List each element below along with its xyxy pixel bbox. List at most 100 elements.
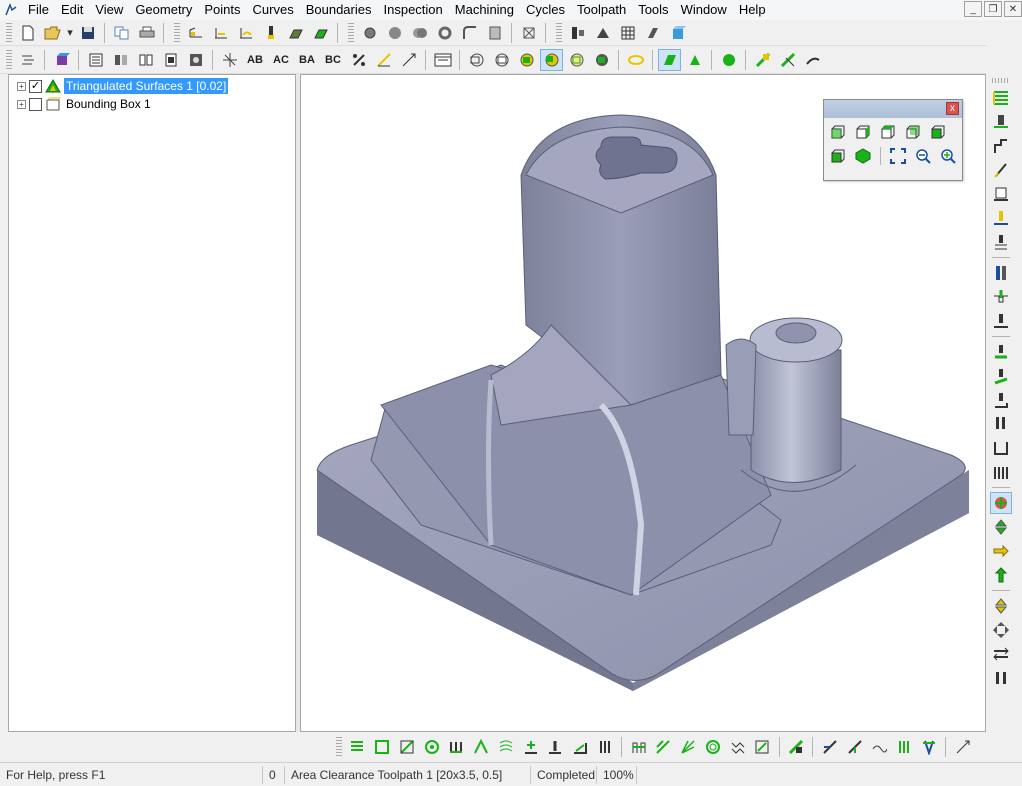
transform-axis-icon[interactable] [218,49,241,71]
toolbar-grip[interactable] [336,737,342,757]
green-dot-icon[interactable] [717,49,740,71]
move-horizontal-icon[interactable] [990,595,1012,617]
waterline-icon[interactable] [990,111,1012,133]
window-icon[interactable] [431,49,454,71]
menu-toolpath[interactable]: Toolpath [571,1,632,19]
menu-view[interactable]: View [89,1,129,19]
tp-drill-icon[interactable] [917,736,940,758]
rest-machine-icon[interactable] [990,365,1012,387]
profile-icon[interactable] [990,183,1012,205]
ba-button[interactable]: BA [295,49,319,71]
print-icon[interactable] [135,22,158,44]
tp-flat-icon[interactable] [519,736,542,758]
slot-icon[interactable] [990,437,1012,459]
visibility-checkbox[interactable] [29,97,42,111]
expand-icon[interactable]: + [17,99,26,109]
fillet-icon[interactable] [458,22,481,44]
xray-icon[interactable] [565,49,588,71]
pencil-icon[interactable] [990,159,1012,181]
offset-icon[interactable] [641,22,664,44]
step-icon[interactable] [990,135,1012,157]
toolbar-grip[interactable] [6,22,12,43]
finishing-icon[interactable] [990,207,1012,229]
book-icon[interactable] [134,49,157,71]
raster-icon[interactable] [990,87,1012,109]
stock-icon[interactable] [184,22,207,44]
ellipse-icon[interactable] [624,49,647,71]
collection-icon[interactable] [184,49,207,71]
shade-icon[interactable] [309,22,332,44]
new-file-icon[interactable] [16,22,39,44]
mixed-view-icon[interactable] [590,49,613,71]
mirror-icon[interactable] [591,22,614,44]
wireframe-icon[interactable] [490,49,513,71]
tp-edit-icon[interactable] [785,736,808,758]
shaded-icon[interactable] [515,49,538,71]
pocket-icon[interactable] [990,286,1012,308]
close-icon[interactable]: ✕ [1004,1,1022,17]
layers-icon[interactable] [109,49,132,71]
view-iso2-icon[interactable] [853,122,873,142]
swap-icon[interactable] [990,643,1012,665]
plunge-icon[interactable] [990,310,1012,332]
toolbar-grip[interactable] [992,78,1010,83]
point-icon[interactable] [358,22,381,44]
3d-viewport[interactable]: x [300,74,986,732]
tool-icon[interactable] [259,22,282,44]
ac-button[interactable]: AC [269,49,293,71]
menu-cycles[interactable]: Cycles [520,1,571,19]
zoom-out-icon[interactable] [913,146,933,166]
tp-offset-icon[interactable] [371,736,394,758]
menu-points[interactable]: Points [198,1,246,19]
view-iso3-icon[interactable] [878,122,898,142]
toolbar-grip[interactable] [348,22,354,43]
zoom-fit-icon[interactable] [888,146,908,166]
tree-item-triangulated-surfaces[interactable]: + ✓ Triangulated Surfaces 1 [0.02] [17,77,229,95]
tp-curve-icon[interactable] [868,736,891,758]
tp-verify-icon[interactable] [818,736,841,758]
tp-lead-icon[interactable] [652,736,675,758]
tree-item-label[interactable]: Bounding Box 1 [64,96,153,112]
close-icon[interactable]: x [946,102,959,115]
menu-window[interactable]: Window [675,1,733,19]
collision-check-icon[interactable] [990,492,1012,514]
boundary-icon[interactable] [209,22,232,44]
view-iso1-icon[interactable] [828,122,848,142]
tp-zigzag-icon[interactable] [726,736,749,758]
menu-machining[interactable]: Machining [449,1,520,19]
tp-fan-icon[interactable] [677,736,700,758]
tp-steep-icon[interactable] [470,736,493,758]
curve-icon[interactable] [234,22,257,44]
flat-icon[interactable] [990,413,1012,435]
tp-raster-icon[interactable] [346,736,369,758]
move-cross-icon[interactable] [990,619,1012,641]
counter-icon[interactable] [990,231,1012,253]
view-iso4-icon[interactable] [903,122,923,142]
tp-plunge-icon[interactable] [544,736,567,758]
menu-inspection[interactable]: Inspection [378,1,449,19]
minimize-icon[interactable]: _ [964,1,982,17]
arrow-right-icon[interactable] [990,540,1012,562]
tool-check-icon[interactable] [751,49,774,71]
surface-icon[interactable] [284,22,307,44]
sphere-icon[interactable] [383,22,406,44]
area-clear-icon[interactable] [990,341,1012,363]
solid-icon[interactable] [666,22,689,44]
tp-profile-icon[interactable] [395,736,418,758]
draw-green-icon[interactable] [683,49,706,71]
tp-corner-icon[interactable] [569,736,592,758]
tp-spiral-icon[interactable] [420,736,443,758]
tp-verify2-icon[interactable] [843,736,866,758]
open-folder-icon[interactable] [41,22,64,44]
view-iso5-icon[interactable] [928,122,948,142]
menu-help[interactable]: Help [733,1,772,19]
tp-link-icon[interactable] [627,736,650,758]
ring-icon[interactable] [433,22,456,44]
tp-measure-icon[interactable] [951,736,974,758]
toolpath-list-icon[interactable] [16,49,39,71]
toolbar-grip[interactable] [556,22,562,43]
percent-icon[interactable] [347,49,370,71]
hatch-view-icon[interactable] [465,49,488,71]
view-front-icon[interactable] [828,146,848,166]
zoom-in-icon[interactable] [938,146,958,166]
